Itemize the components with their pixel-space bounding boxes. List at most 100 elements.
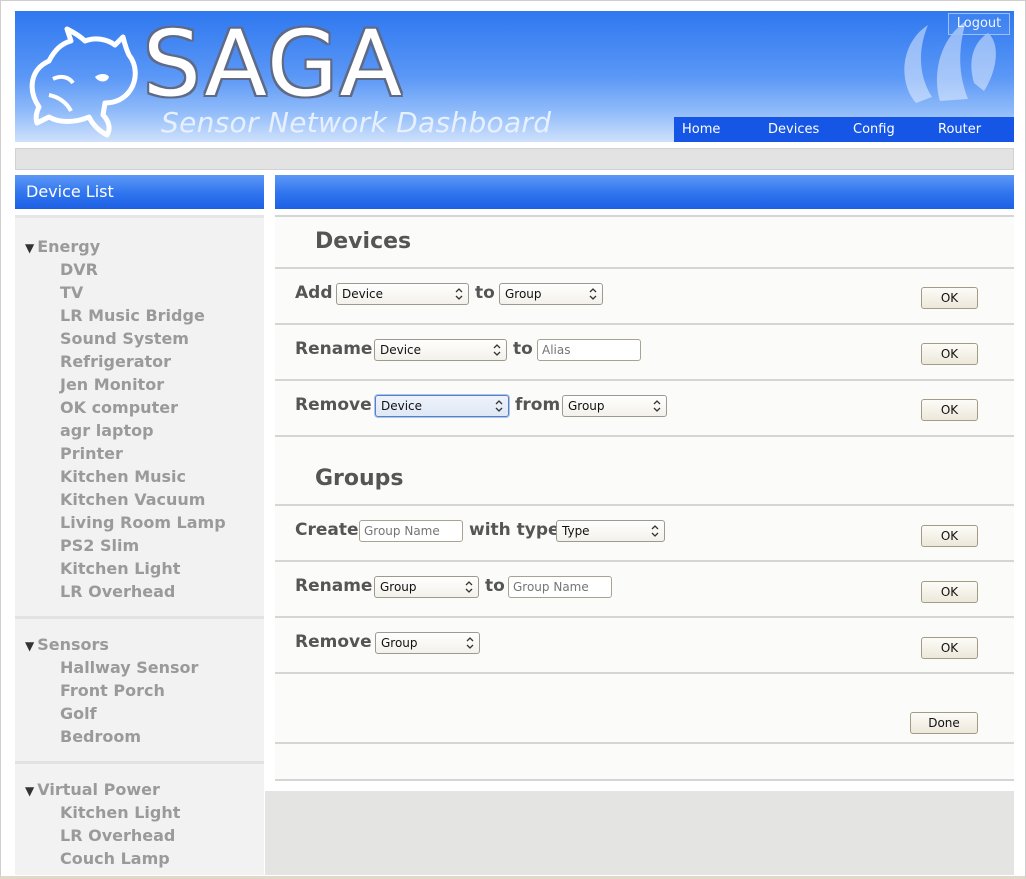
group-energy[interactable]: ▼ Energy: [25, 237, 100, 256]
select-value: Group: [568, 399, 605, 413]
remove-label: Remove: [295, 395, 372, 415]
select-value: Group: [505, 287, 542, 301]
remove-group-select[interactable]: Group: [375, 632, 480, 654]
top-nav: Home Devices Config Router: [674, 117, 1014, 142]
remove-group-label: Remove: [295, 632, 372, 652]
device-item[interactable]: Living Room Lamp: [60, 513, 226, 532]
device-item[interactable]: Couch Lamp: [60, 849, 170, 868]
footer-area: [265, 791, 1014, 875]
sidebar-divider: [15, 761, 264, 764]
management-panel: Devices Add Device to Group OK Rename De…: [275, 215, 1014, 781]
device-item[interactable]: Printer: [60, 444, 123, 463]
divider: [275, 215, 1014, 217]
device-item[interactable]: Kitchen Light: [60, 803, 180, 822]
select-arrows-icon: [455, 288, 463, 300]
page-frame: SAGA Sensor Network Dashboard Logout Hom…: [0, 0, 1026, 879]
expand-triangle-icon[interactable]: ▼: [25, 639, 34, 653]
select-value: Group: [381, 636, 418, 650]
group-label: Sensors: [37, 635, 109, 654]
select-value: Group: [380, 580, 417, 594]
nav-router[interactable]: Router: [930, 117, 1014, 142]
nav-devices[interactable]: Devices: [760, 117, 845, 142]
status-bar: [15, 148, 1014, 170]
to-label: to: [513, 339, 533, 359]
select-value: Device: [380, 343, 422, 357]
divider: [275, 616, 1014, 618]
remove-device-select[interactable]: Device: [375, 395, 509, 417]
logout-button[interactable]: Logout: [948, 13, 1010, 35]
device-item[interactable]: Front Porch: [60, 681, 165, 700]
expand-triangle-icon[interactable]: ▼: [25, 241, 34, 255]
from-label: from: [515, 395, 561, 415]
add-label: Add: [295, 283, 333, 303]
divider: [275, 267, 1014, 269]
add-group-select[interactable]: Group: [499, 283, 603, 305]
device-item[interactable]: Kitchen Vacuum: [60, 490, 205, 509]
create-label: Create: [295, 520, 359, 540]
group-type-select[interactable]: Type: [556, 520, 665, 542]
rename-group-ok-button[interactable]: OK: [921, 581, 978, 603]
expand-triangle-icon[interactable]: ▼: [25, 784, 34, 798]
alias-input[interactable]: [537, 339, 641, 361]
select-arrows-icon: [653, 400, 661, 412]
divider: [275, 504, 1014, 506]
done-button[interactable]: Done: [910, 712, 978, 734]
device-item[interactable]: LR Overhead: [60, 582, 175, 601]
device-item[interactable]: Refrigerator: [60, 352, 171, 371]
device-item[interactable]: Kitchen Light: [60, 559, 180, 578]
device-item[interactable]: LR Overhead: [60, 826, 175, 845]
with-type-label: with type: [469, 520, 560, 540]
device-item[interactable]: Golf: [60, 704, 97, 723]
group-label: Virtual Power: [37, 780, 160, 799]
rename-group-select[interactable]: Group: [374, 576, 479, 598]
new-group-name-input[interactable]: [508, 576, 612, 598]
nav-home[interactable]: Home: [674, 117, 760, 142]
device-item[interactable]: Hallway Sensor: [60, 658, 198, 677]
select-arrows-icon: [493, 344, 501, 356]
device-item[interactable]: Kitchen Music: [60, 467, 186, 486]
device-item[interactable]: LR Music Bridge: [60, 306, 205, 325]
create-group-ok-button[interactable]: OK: [921, 525, 978, 547]
divider: [275, 742, 1014, 744]
select-value: Type: [562, 524, 590, 538]
group-sensors[interactable]: ▼ Sensors: [25, 635, 109, 654]
device-item[interactable]: Bedroom: [60, 727, 141, 746]
device-item[interactable]: DVR: [60, 260, 98, 279]
header-banner: SAGA Sensor Network Dashboard Logout Hom…: [15, 11, 1014, 142]
group-virtual-power[interactable]: ▼ Virtual Power: [25, 780, 160, 799]
divider: [275, 435, 1014, 437]
select-arrows-icon: [651, 525, 659, 537]
divider: [275, 560, 1014, 562]
remove-group-select[interactable]: Group: [562, 395, 667, 417]
sidebar-divider: [15, 616, 264, 619]
add-ok-button[interactable]: OK: [921, 287, 978, 309]
select-arrows-icon: [495, 400, 503, 412]
rename-device-ok-button[interactable]: OK: [921, 343, 978, 365]
sidebar-title: Device List: [15, 175, 264, 209]
divider: [275, 379, 1014, 381]
select-value: Device: [381, 399, 423, 413]
brand-subtitle: Sensor Network Dashboard: [161, 106, 552, 139]
device-item[interactable]: agr laptop: [60, 421, 154, 440]
rename-device-select[interactable]: Device: [374, 339, 507, 361]
add-device-select[interactable]: Device: [336, 283, 469, 305]
rename-group-label: Rename: [295, 576, 373, 596]
groups-section-title: Groups: [315, 466, 404, 491]
device-item[interactable]: PS2 Slim: [60, 536, 139, 555]
select-value: Device: [342, 287, 384, 301]
group-name-input[interactable]: [359, 520, 463, 542]
device-list: ▼ Energy DVR TV LR Music Bridge Sound Sys…: [15, 215, 264, 875]
select-arrows-icon: [589, 288, 597, 300]
remove-device-ok-button[interactable]: OK: [921, 399, 978, 421]
divider: [275, 779, 1014, 781]
device-item[interactable]: TV: [60, 283, 83, 302]
device-item[interactable]: OK computer: [60, 398, 178, 417]
remove-group-ok-button[interactable]: OK: [921, 637, 978, 659]
device-item[interactable]: Jen Monitor: [60, 375, 164, 394]
device-item[interactable]: Sound System: [60, 329, 189, 348]
nav-config[interactable]: Config: [845, 117, 930, 142]
select-arrows-icon: [465, 581, 473, 593]
group-label: Energy: [37, 237, 101, 256]
divider: [275, 323, 1014, 325]
to-label: to: [475, 283, 495, 303]
